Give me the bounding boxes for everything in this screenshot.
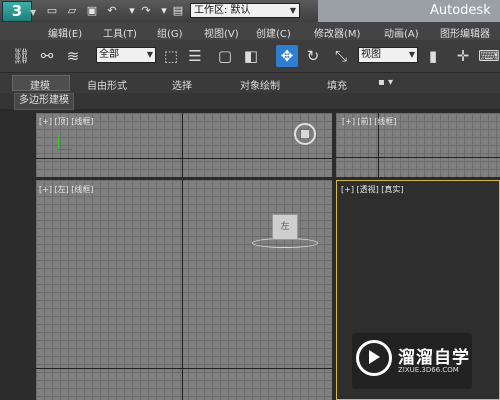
window-title-area: Autodesk 3	[318, 0, 500, 40]
link-icon[interactable]: ⛓	[10, 45, 32, 67]
workspace-label: 工作区: 默认	[194, 5, 251, 16]
save-icon[interactable]: ▣	[84, 4, 100, 18]
viewport-label-front[interactable]: [+] [前] [线框]	[342, 116, 397, 127]
bind-space-warp-icon[interactable]: ≋	[62, 45, 84, 67]
play-icon	[369, 350, 380, 364]
viewcube-face[interactable]: 左	[272, 214, 298, 240]
select-by-name-icon[interactable]: ☰	[184, 45, 206, 67]
tab-populate[interactable]: 填充	[327, 77, 347, 92]
chevron-down-icon: ▼	[146, 50, 153, 59]
project-icon[interactable]: ▤	[170, 4, 186, 18]
select-object-icon[interactable]: ⬚	[160, 45, 182, 67]
viewport-top[interactable]: [+] [顶] [线框]	[36, 113, 332, 177]
viewport-label-perspective[interactable]: [+] [透视] [真实]	[341, 184, 404, 195]
selection-filter-value: 全部	[99, 49, 119, 60]
select-and-rotate-icon[interactable]: ↻	[302, 45, 324, 67]
chevron-down-icon: ▼	[289, 6, 296, 15]
chevron-down-icon: ▼	[408, 50, 415, 59]
axis-tripod-y	[58, 135, 59, 149]
undo-icon[interactable]: ↶	[104, 4, 120, 18]
new-icon[interactable]: ▭	[44, 4, 60, 18]
viewcube-compass-icon[interactable]	[294, 123, 316, 145]
viewport-label-left[interactable]: [+] [左] [线框]	[39, 184, 94, 195]
reference-coordinate-value: 视图	[361, 49, 381, 60]
watermark-url: ZIXUE.3D66.COM	[398, 366, 459, 374]
viewcube-top-face	[301, 130, 309, 138]
keyboard-shortcut-icon[interactable]: ⌨	[478, 45, 500, 67]
select-and-scale-icon[interactable]: ⤡	[330, 45, 352, 67]
redo-icon[interactable]: ↷	[138, 4, 154, 18]
select-and-move-icon[interactable]: ✥	[276, 45, 298, 67]
rectangle-selection-icon[interactable]: ▢	[214, 45, 236, 67]
tab-modeling[interactable]: 建模	[30, 77, 50, 92]
open-icon[interactable]: ▱	[64, 4, 80, 18]
grid-axis-vertical	[182, 113, 183, 177]
reference-coordinate-dropdown[interactable]: 视图 ▼	[358, 47, 418, 63]
menu-create[interactable]: 创建(C)	[256, 25, 291, 40]
viewport-front[interactable]: [+] [前] [线框]	[336, 113, 500, 177]
viewport-label-top[interactable]: [+] [顶] [线框]	[39, 116, 94, 127]
chevron-down-icon[interactable]: ▼	[30, 8, 36, 17]
select-manipulate-icon[interactable]: ✛	[452, 45, 474, 67]
polygon-modeling-panel[interactable]: 多边形建模	[14, 93, 74, 110]
menu-animation[interactable]: 动画(A)	[384, 25, 419, 40]
menu-tools[interactable]: 工具(T)	[103, 25, 137, 40]
tab-freeform[interactable]: 自由形式	[87, 77, 127, 92]
menu-views[interactable]: 视图(V)	[204, 25, 239, 40]
grid-axis-horizontal	[336, 157, 500, 158]
menu-group[interactable]: 组(G)	[157, 25, 183, 40]
grid-axis-vertical	[182, 180, 183, 400]
tab-selection[interactable]: 选择	[172, 77, 192, 92]
axis-tripod-x	[58, 149, 72, 150]
viewport-grid	[36, 180, 332, 400]
window-crossing-icon[interactable]: ◧	[240, 45, 262, 67]
workspace-dropdown[interactable]: 工作区: 默认 ▼	[190, 3, 300, 18]
grid-axis-horizontal	[36, 158, 332, 159]
menu-edit[interactable]: 编辑(E)	[48, 25, 82, 40]
pivot-center-icon[interactable]: ▮	[422, 45, 444, 67]
app-logo-button[interactable]: 3	[2, 1, 32, 22]
viewport-left[interactable]: [+] [左] [线框] 左	[36, 180, 332, 400]
watermark-title: 溜溜自学	[398, 348, 470, 368]
menu-modifiers[interactable]: 修改器(M)	[314, 25, 360, 40]
ribbon-panel-bar	[0, 93, 500, 109]
ribbon-options-dropdown[interactable]: ▪ ▾	[378, 77, 393, 88]
selection-filter-dropdown[interactable]: 全部 ▼	[96, 47, 156, 63]
unlink-icon[interactable]: ⚯	[36, 45, 58, 67]
tab-object-paint[interactable]: 对象绘制	[240, 77, 280, 92]
grid-axis-horizontal	[36, 368, 332, 369]
